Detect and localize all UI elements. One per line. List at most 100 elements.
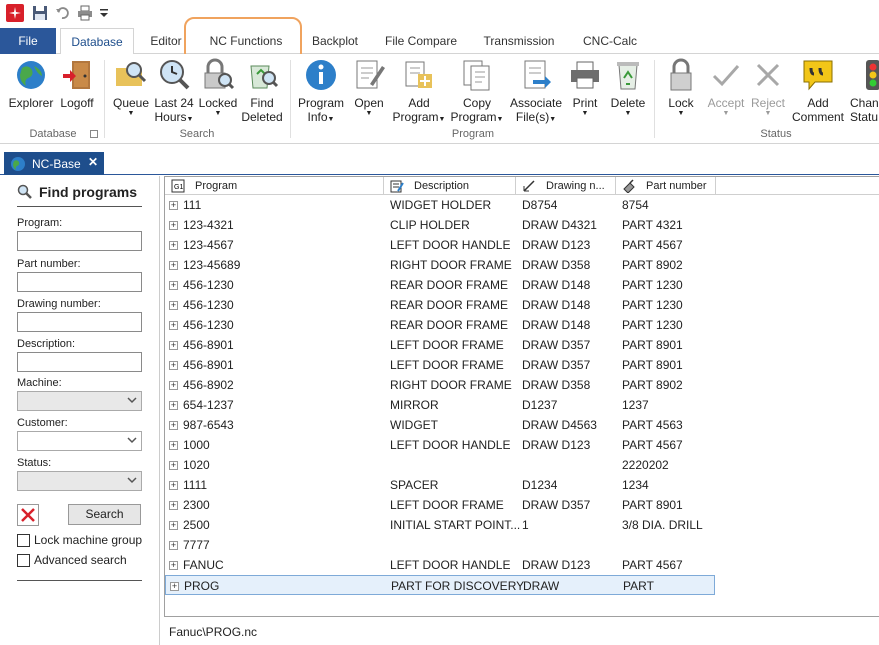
cell-program: 123-4567 — [183, 238, 234, 252]
tab-cnc-calc[interactable]: CNC-Calc — [574, 28, 646, 54]
table-row[interactable]: + FANUC LEFT DOOR HANDLE DRAW D123 PART 4567 — [165, 555, 879, 575]
undo-icon[interactable] — [54, 3, 70, 23]
cell-drawing: DRAW D148 — [522, 318, 591, 332]
explorer-button[interactable]: Explorer — [6, 58, 56, 110]
expand-icon[interactable]: + — [169, 301, 178, 310]
expand-icon[interactable]: + — [169, 221, 178, 230]
search-button[interactable]: Search — [68, 504, 141, 525]
advanced-search-option[interactable]: Advanced search — [17, 553, 127, 567]
logoff-button[interactable]: Logoff — [56, 58, 98, 110]
table-row[interactable]: +456-8901 LEFT DOOR FRAME DRAW D357 PART 89… — [165, 335, 879, 355]
table-row[interactable]: +456-1230 REAR DOOR FRAME DRAW D148 PART 12… — [165, 275, 879, 295]
column-header-description[interactable]: Description — [384, 177, 516, 195]
add-comment-button[interactable]: Add Comment — [790, 58, 846, 124]
tab-database[interactable]: Database — [60, 28, 134, 55]
expand-icon[interactable]: + — [169, 521, 178, 530]
tab-file-compare[interactable]: File Compare — [378, 28, 464, 54]
cell-program: 1111 — [183, 478, 208, 492]
save-icon[interactable] — [31, 3, 49, 23]
expand-icon[interactable]: + — [169, 501, 178, 510]
cell-program: 456-8901 — [183, 338, 234, 352]
table-row[interactable]: +456-8901 LEFT DOOR FRAME DRAW D357 PART 89… — [165, 355, 879, 375]
table-row[interactable]: +123-45689 RIGHT DOOR FRAME DRAW D358 PART … — [165, 255, 879, 275]
table-row[interactable]: +456-8902 RIGHT DOOR FRAME DRAW D358 PART 8… — [165, 375, 879, 395]
add-program-button[interactable]: Add Program▼ — [392, 58, 446, 127]
table-row[interactable]: +1020 2220202 — [165, 455, 879, 475]
column-header-program[interactable]: G1 Program — [165, 177, 384, 195]
copy-program-button[interactable]: Copy Program▼ — [450, 58, 504, 127]
cell-drawing: DRAW D123 — [522, 438, 591, 452]
table-row[interactable]: +456-1230 REAR DOOR FRAME DRAW D148 PART 12… — [165, 295, 879, 315]
table-row[interactable]: +2500 INITIAL START POINT... 1 3/8 DIA. DRI… — [165, 515, 879, 535]
expand-icon[interactable]: + — [169, 541, 178, 550]
table-row[interactable]: +123-4567 LEFT DOOR HANDLE DRAW D123 PART 4… — [165, 235, 879, 255]
accept-button[interactable]: Accept ▼ — [704, 58, 748, 118]
expand-icon[interactable]: + — [169, 561, 178, 570]
column-header-drawing-number[interactable]: Drawing n... — [516, 177, 616, 195]
print-icon[interactable] — [76, 3, 94, 23]
machine-select[interactable] — [17, 391, 142, 411]
status-select[interactable] — [17, 471, 142, 491]
cell-description: INITIAL START POINT... — [390, 518, 521, 532]
close-icon[interactable]: ✕ — [88, 155, 98, 169]
app-logo-icon[interactable] — [5, 3, 25, 23]
expand-icon[interactable]: + — [169, 441, 178, 450]
dialog-launcher-icon[interactable] — [90, 130, 98, 138]
expand-icon[interactable]: + — [169, 241, 178, 250]
part-number-field-label: Part number: — [17, 258, 81, 270]
table-row[interactable]: +7777 — [165, 535, 879, 555]
table-row[interactable]: +123-4321 CLIP HOLDER DRAW D4321 PART 4321 — [165, 215, 879, 235]
table-row[interactable]: +111 WIDGET HOLDER D8754 8754 — [165, 195, 879, 215]
description-input[interactable] — [17, 352, 142, 372]
find-deleted-button[interactable]: Find Deleted — [240, 58, 284, 124]
tab-file[interactable]: File — [0, 28, 56, 54]
expand-icon[interactable]: + — [169, 341, 178, 350]
advanced-search-checkbox[interactable] — [17, 553, 30, 567]
open-button[interactable]: Open ▼ — [348, 58, 390, 118]
tab-transmission[interactable]: Transmission — [474, 28, 564, 54]
program-input[interactable] — [17, 231, 142, 251]
print-button[interactable]: Print ▼ — [564, 58, 606, 118]
expand-icon[interactable]: + — [169, 481, 178, 490]
chevron-down-icon — [127, 477, 137, 484]
table-row[interactable]: +654-1237 MIRROR D1237 1237 — [165, 395, 879, 415]
queue-button[interactable]: Queue ▼ — [110, 58, 152, 118]
cell-program: 456-8902 — [183, 378, 234, 392]
locked-button[interactable]: Locked ▼ — [196, 58, 240, 118]
expand-icon[interactable]: + — [169, 361, 178, 370]
expand-icon[interactable]: + — [170, 582, 179, 591]
lock-machine-group-checkbox[interactable] — [17, 533, 30, 547]
table-row[interactable]: +1000 LEFT DOOR HANDLE DRAW D123 PART 4567 — [165, 435, 879, 455]
customize-icon[interactable] — [98, 3, 110, 23]
expand-icon[interactable]: + — [169, 261, 178, 270]
lock-machine-group-option[interactable]: Lock machine group — [17, 533, 142, 547]
column-header-part-number[interactable]: Part number — [616, 177, 716, 195]
table-row[interactable]: +987-6543 WIDGET DRAW D4563 PART 4563 — [165, 415, 879, 435]
customer-select[interactable] — [17, 431, 142, 451]
change-status-button[interactable]: Chan Statu — [846, 58, 879, 124]
cell-program: 2500 — [183, 518, 210, 532]
clear-search-button[interactable] — [17, 504, 39, 526]
part-number-input[interactable] — [17, 272, 142, 292]
program-info-button[interactable]: Program Info▼ — [296, 58, 346, 127]
advanced-search-label: Advanced search — [34, 553, 127, 567]
doc-tab-nc-base[interactable]: NC-Base ✕ — [4, 152, 104, 175]
lock-button[interactable]: Lock ▼ — [660, 58, 702, 118]
expand-icon[interactable]: + — [169, 321, 178, 330]
expand-icon[interactable]: + — [169, 381, 178, 390]
drawing-number-input[interactable] — [17, 312, 142, 332]
table-row[interactable]: +2300 LEFT DOOR FRAME DRAW D357 PART 8901 — [165, 495, 879, 515]
expand-icon[interactable]: + — [169, 201, 178, 210]
tab-backplot[interactable]: Backplot — [302, 28, 368, 54]
expand-icon[interactable]: + — [169, 461, 178, 470]
last-24-hours-button[interactable]: Last 24 Hours▼ — [152, 58, 196, 127]
delete-button[interactable]: Delete ▼ — [606, 58, 650, 118]
table-row[interactable]: +456-1230 REAR DOOR FRAME DRAW D148 PART 12… — [165, 315, 879, 335]
expand-icon[interactable]: + — [169, 281, 178, 290]
reject-button[interactable]: Reject ▼ — [748, 58, 788, 118]
expand-icon[interactable]: + — [169, 401, 178, 410]
associate-files-button[interactable]: Associate File(s)▼ — [508, 58, 564, 127]
expand-icon[interactable]: + — [169, 421, 178, 430]
table-row[interactable]: +1111 SPACER D1234 1234 — [165, 475, 879, 495]
table-row[interactable]: + PROG PART FOR DISCOVERY DRAW PART — [165, 575, 715, 595]
